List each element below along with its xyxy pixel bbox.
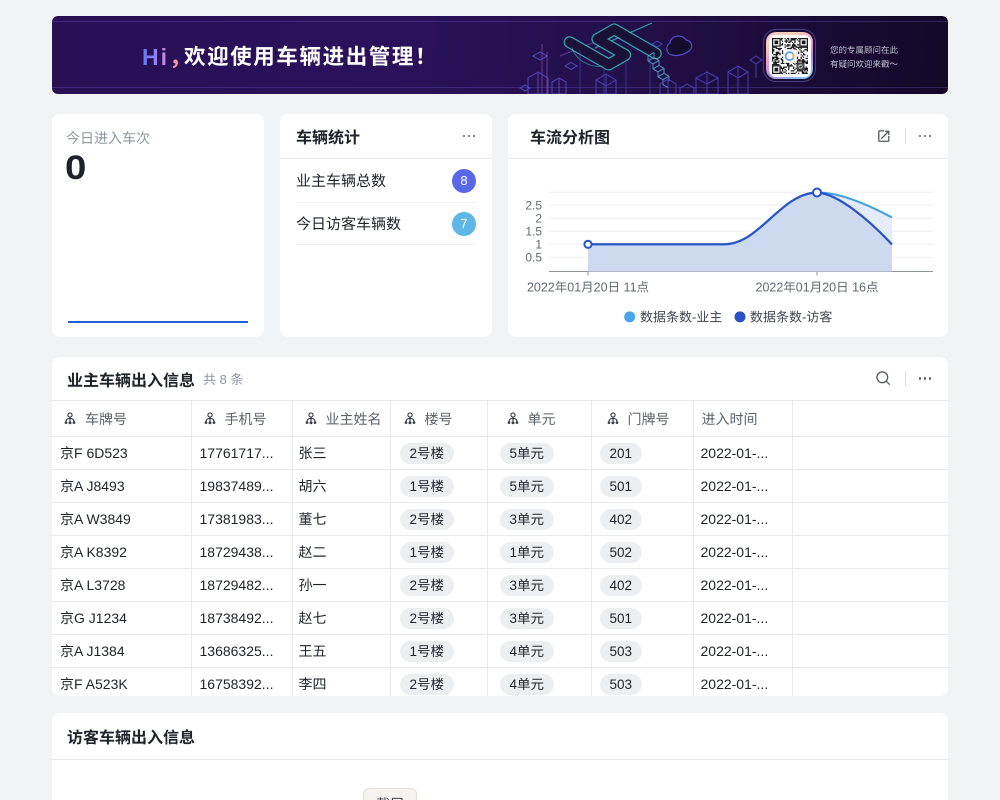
svg-text:2: 2 <box>535 212 542 226</box>
svg-text:2.5: 2.5 <box>525 199 542 213</box>
svg-text:数据条数-访客: 数据条数-访客 <box>750 310 832 325</box>
svg-text:1: 1 <box>535 238 542 252</box>
svg-text:2022年01月20日 11点: 2022年01月20日 11点 <box>527 281 649 295</box>
svg-text:1.5: 1.5 <box>525 225 542 239</box>
svg-text:0.5: 0.5 <box>525 251 542 265</box>
svg-text:数据条数-业主: 数据条数-业主 <box>640 310 722 325</box>
svg-text:2022年01月20日 16点: 2022年01月20日 16点 <box>756 281 879 295</box>
